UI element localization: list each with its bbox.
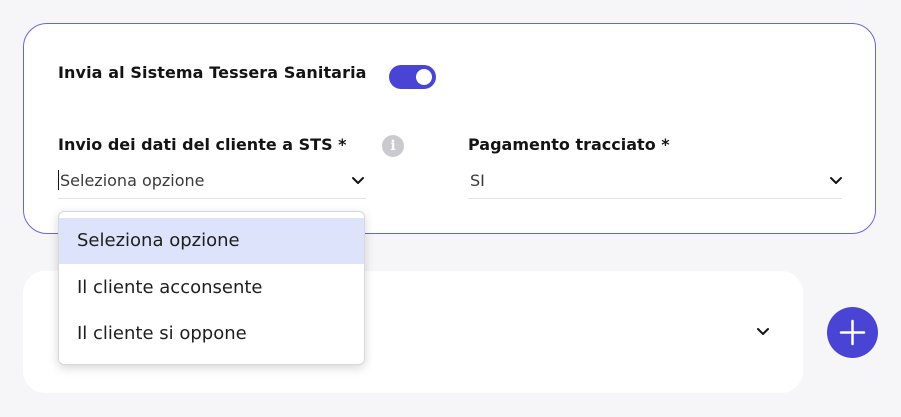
client-data-select-value: Seleziona opzione [60,171,205,190]
dropdown-option-label: Il cliente acconsente [77,277,263,298]
dropdown-option-label: Seleziona opzione [77,230,240,251]
add-button[interactable] [827,307,878,358]
text-caret [58,170,59,190]
client-data-label: Invio dei dati del cliente a STS * [58,135,347,154]
chevron-down-icon [830,177,842,184]
client-data-select[interactable]: Seleziona opzione [58,167,366,199]
payment-select-value: SI [470,171,485,190]
plus-icon [839,319,866,346]
sts-label: Invia al Sistema Tessera Sanitaria [58,63,367,82]
toggle-knob [416,69,432,85]
payment-label: Pagamento tracciato * [468,135,670,154]
client-data-dropdown: Seleziona opzione Il cliente acconsente … [58,211,365,365]
dropdown-option[interactable]: Seleziona opzione [59,218,364,264]
sts-settings-card [23,23,876,234]
dropdown-option[interactable]: Il cliente si oppone [59,311,364,357]
sts-toggle[interactable] [389,65,436,89]
info-icon[interactable]: i [382,135,404,157]
chevron-down-icon[interactable] [756,327,770,337]
chevron-down-icon [352,177,364,184]
dropdown-option-label: Il cliente si oppone [77,323,247,344]
payment-select[interactable]: SI [468,167,842,199]
dropdown-option[interactable]: Il cliente acconsente [59,265,364,311]
